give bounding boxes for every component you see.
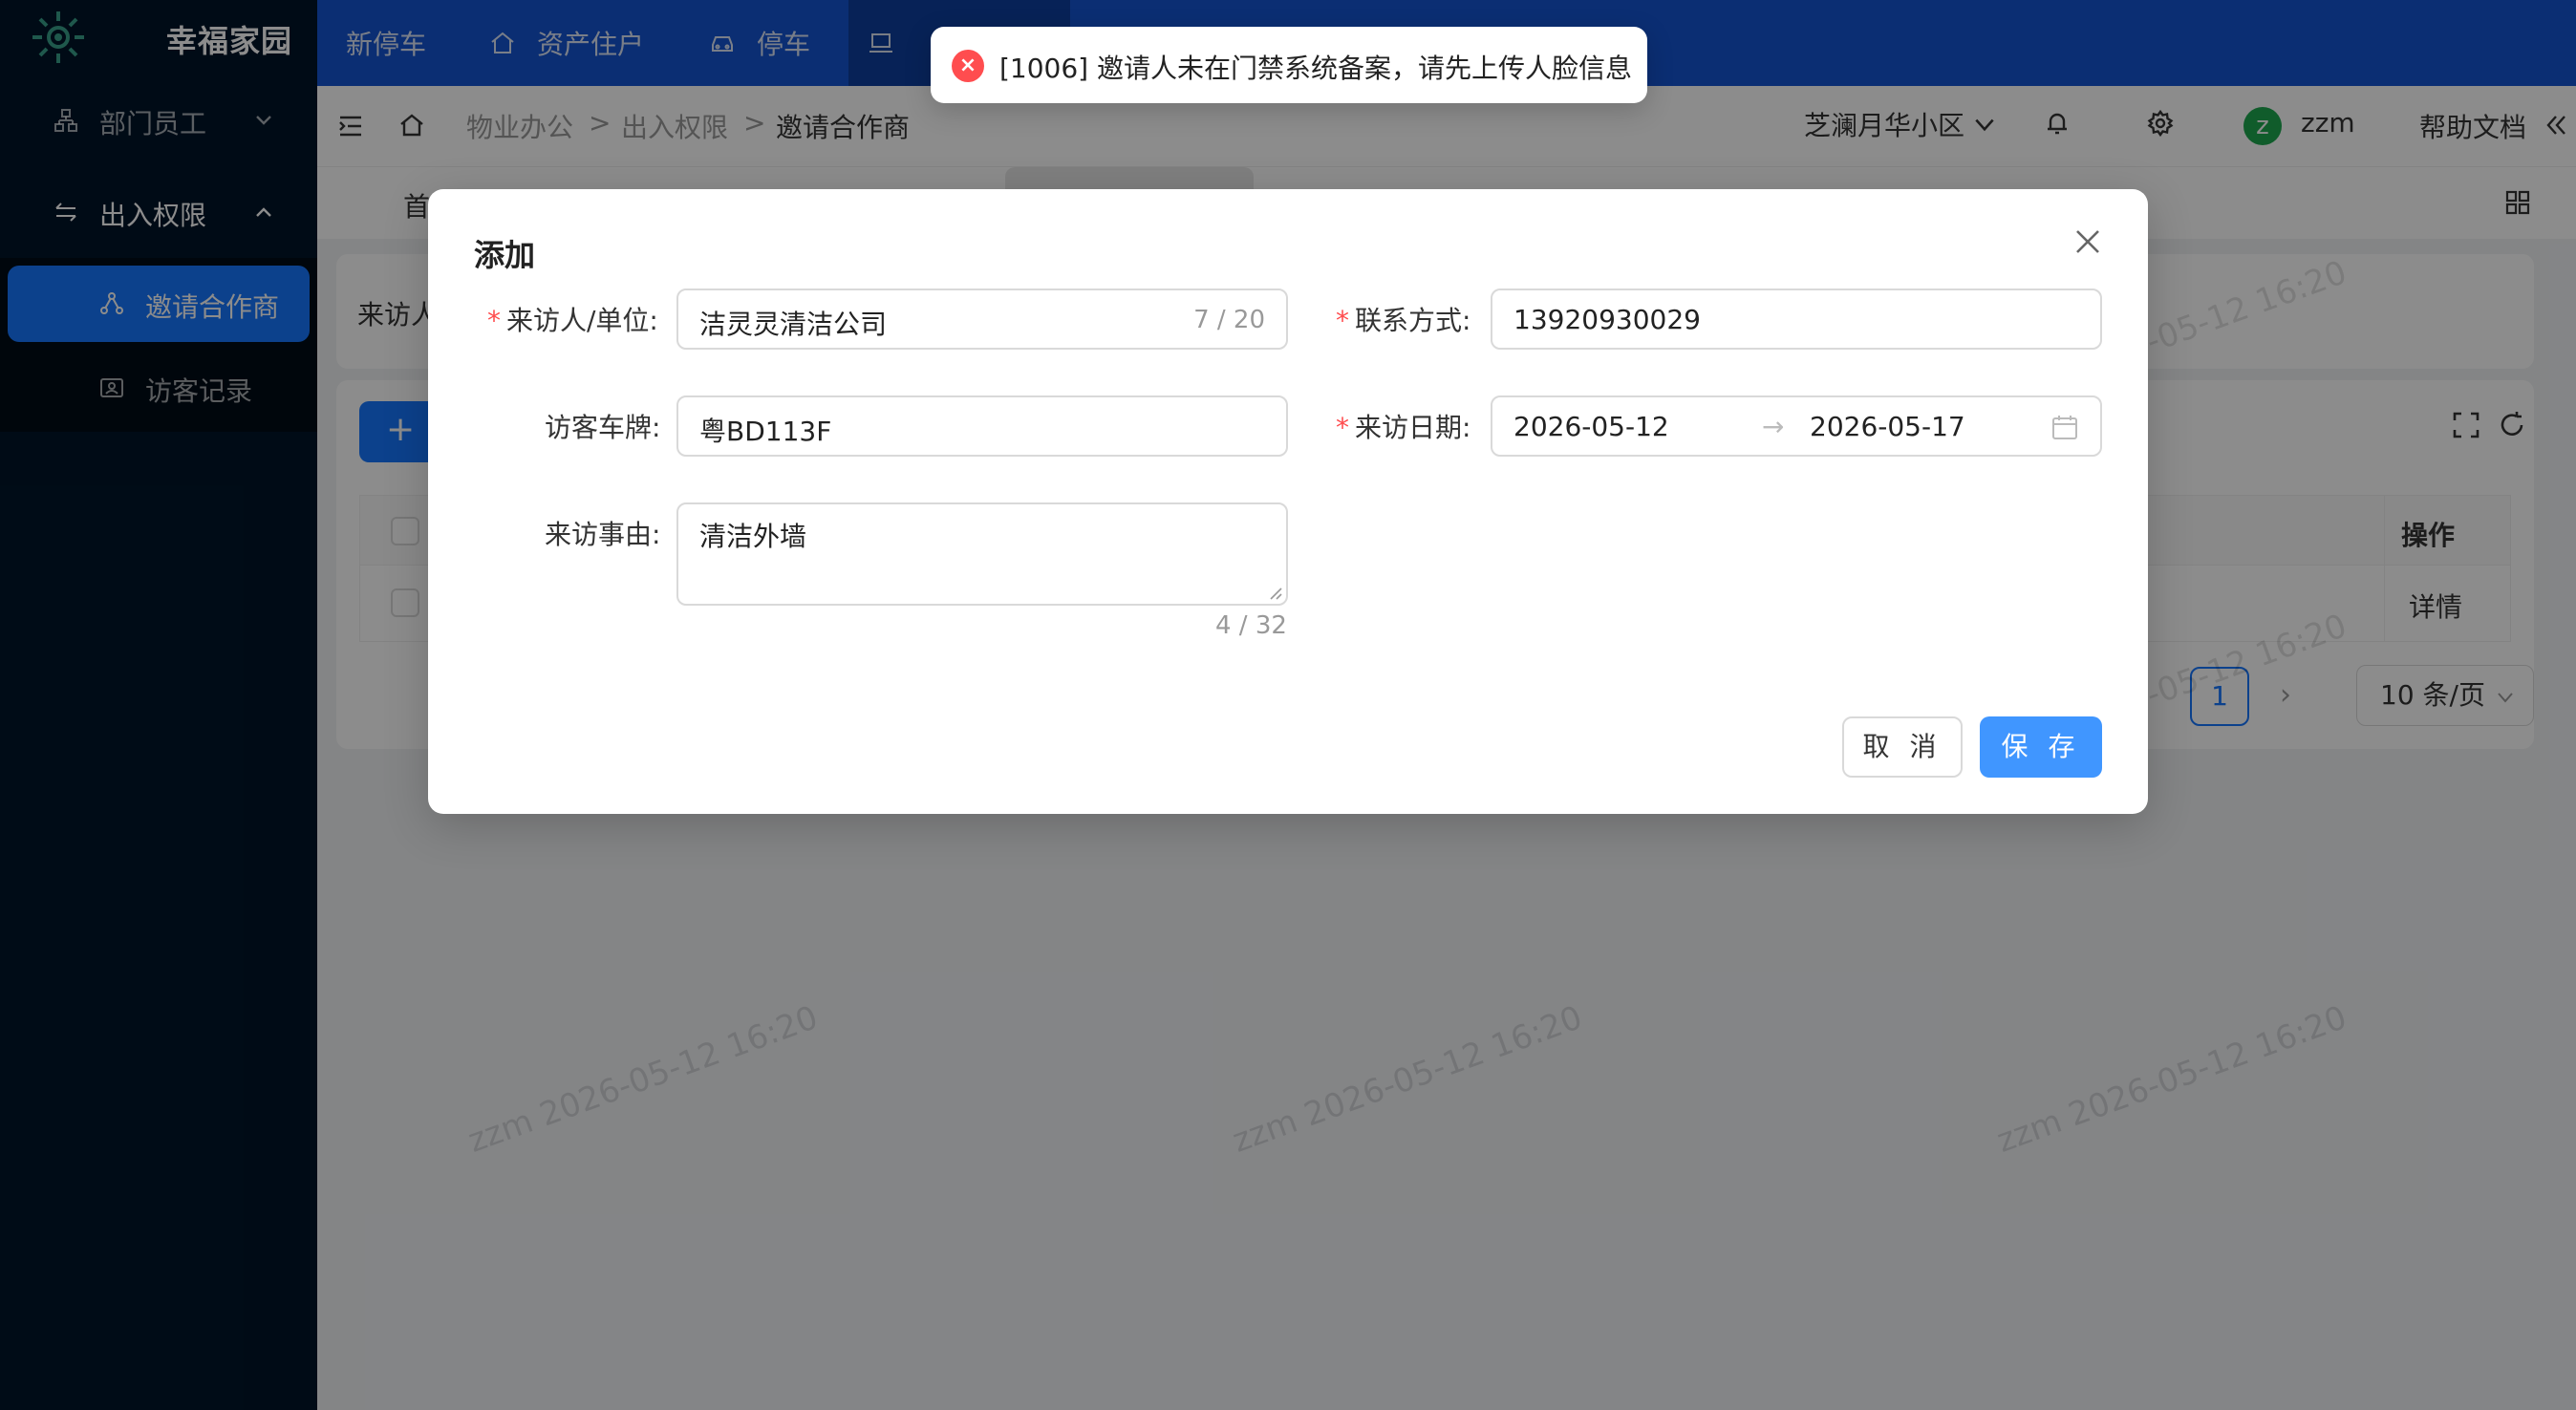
reason-textarea[interactable]: 清洁外墙 [676, 502, 1288, 606]
plate-value: 粤BD113F [699, 416, 832, 447]
reason-value: 清洁外墙 [699, 521, 807, 552]
contact-label: * 联系方式: [1336, 300, 1470, 338]
contact-value: 13920930029 [1513, 304, 1701, 335]
plate-input[interactable]: 粤BD113F [676, 395, 1288, 457]
reason-label: 来访事由: [545, 519, 661, 550]
save-button[interactable]: 保 存 [1980, 716, 2102, 778]
reason-char-count: 4 / 32 [1215, 611, 1287, 640]
date-end[interactable]: 2026-05-17 [1810, 411, 1965, 442]
resize-handle-icon[interactable] [1267, 585, 1282, 600]
error-toast: × [1006] 邀请人未在门禁系统备案，请先上传人脸信息 [931, 27, 1647, 103]
visitor-label: * 来访人/单位: [487, 300, 658, 338]
calendar-icon [2052, 416, 2077, 439]
required-mark: * [1336, 305, 1349, 336]
required-mark: * [1336, 412, 1349, 443]
close-icon[interactable] [2072, 225, 2104, 258]
date-start[interactable]: 2026-05-12 [1513, 411, 1669, 442]
cancel-button[interactable]: 取 消 [1842, 716, 1963, 778]
contact-label-text: 联系方式: [1355, 305, 1471, 336]
date-separator: → [1762, 411, 1785, 442]
error-icon: × [952, 50, 984, 82]
plate-label: 访客车牌: [545, 412, 661, 443]
date-range-picker[interactable]: 2026-05-12 → 2026-05-17 [1491, 395, 2102, 457]
visitor-label-text: 来访人/单位: [506, 305, 658, 336]
visitor-char-count: 7 / 20 [1193, 306, 1265, 334]
date-label-text: 来访日期: [1355, 412, 1471, 443]
visitor-value: 洁灵灵清洁公司 [699, 309, 888, 340]
add-dialog: 添加 * 来访人/单位: 洁灵灵清洁公司 7 / 20 * 联系方式: 139209… [428, 189, 2148, 814]
dialog-title: 添加 [474, 237, 536, 273]
visitor-input[interactable]: 洁灵灵清洁公司 7 / 20 [676, 288, 1288, 350]
contact-input[interactable]: 13920930029 [1491, 288, 2102, 350]
required-mark: * [487, 305, 501, 336]
toast-message: [1006] 邀请人未在门禁系统备案，请先上传人脸信息 [999, 53, 1633, 84]
date-label: * 来访日期: [1336, 407, 1470, 445]
